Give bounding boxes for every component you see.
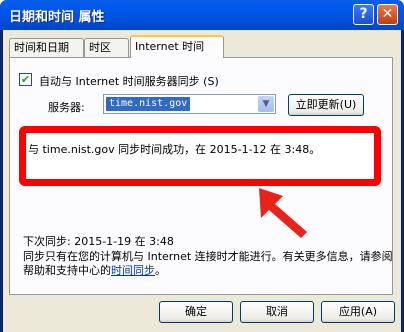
- dialog-client: 时间和日期 时区 Internet 时间 ✔ 自动与 Internet 时间服务…: [3, 30, 401, 332]
- time-sync-link[interactable]: 时间同步: [111, 264, 155, 277]
- tab-internet-time[interactable]: Internet 时间: [130, 35, 224, 58]
- red-arrow-icon: [259, 188, 307, 238]
- apply-button[interactable]: 应用(A): [321, 301, 395, 323]
- sync-note: 同步只有在您的计算机与 Internet 连接时才能进行。有关更多信息，请参阅帮…: [23, 250, 393, 278]
- server-label: 服务器:: [48, 101, 85, 114]
- dialog-window: 日期和时间 属性 ? ✕ 时间和日期 时区 Internet 时间 ✔ 自动与 …: [0, 0, 404, 332]
- sync-note-end: 。: [155, 264, 166, 277]
- tab-date-time[interactable]: 时间和日期: [9, 38, 84, 57]
- status-highlight-box: 与 time.nist.gov 同步时间成功，在 2015-1-12 在 3:4…: [19, 126, 381, 186]
- server-value: time.nist.gov: [106, 97, 191, 111]
- ok-button[interactable]: 确定: [159, 301, 233, 323]
- tab-time-zone[interactable]: 时区: [84, 38, 129, 57]
- sync-status-message: 与 time.nist.gov 同步时间成功，在 2015-1-12 在 3:4…: [28, 143, 321, 156]
- next-sync-text: 下次同步: 2015-1-19 在 3:48: [23, 235, 174, 248]
- cancel-button[interactable]: 取消: [240, 301, 314, 323]
- chevron-down-icon[interactable]: ▼: [258, 96, 274, 112]
- window-title: 日期和时间 属性: [9, 10, 105, 25]
- sync-note-text: 同步只有在您的计算机与 Internet 连接时才能进行。有关更多信息，请参阅帮…: [23, 250, 393, 277]
- auto-sync-label[interactable]: 自动与 Internet 时间服务器同步 (S): [39, 73, 219, 89]
- auto-sync-checkbox[interactable]: ✔: [19, 73, 32, 86]
- title-bar[interactable]: 日期和时间 属性 ? ✕: [0, 0, 404, 30]
- server-select[interactable]: time.nist.gov ▼: [103, 94, 276, 114]
- help-button[interactable]: ?: [353, 4, 374, 25]
- close-button[interactable]: ✕: [377, 4, 398, 25]
- update-now-button[interactable]: 立即更新(U): [288, 94, 364, 116]
